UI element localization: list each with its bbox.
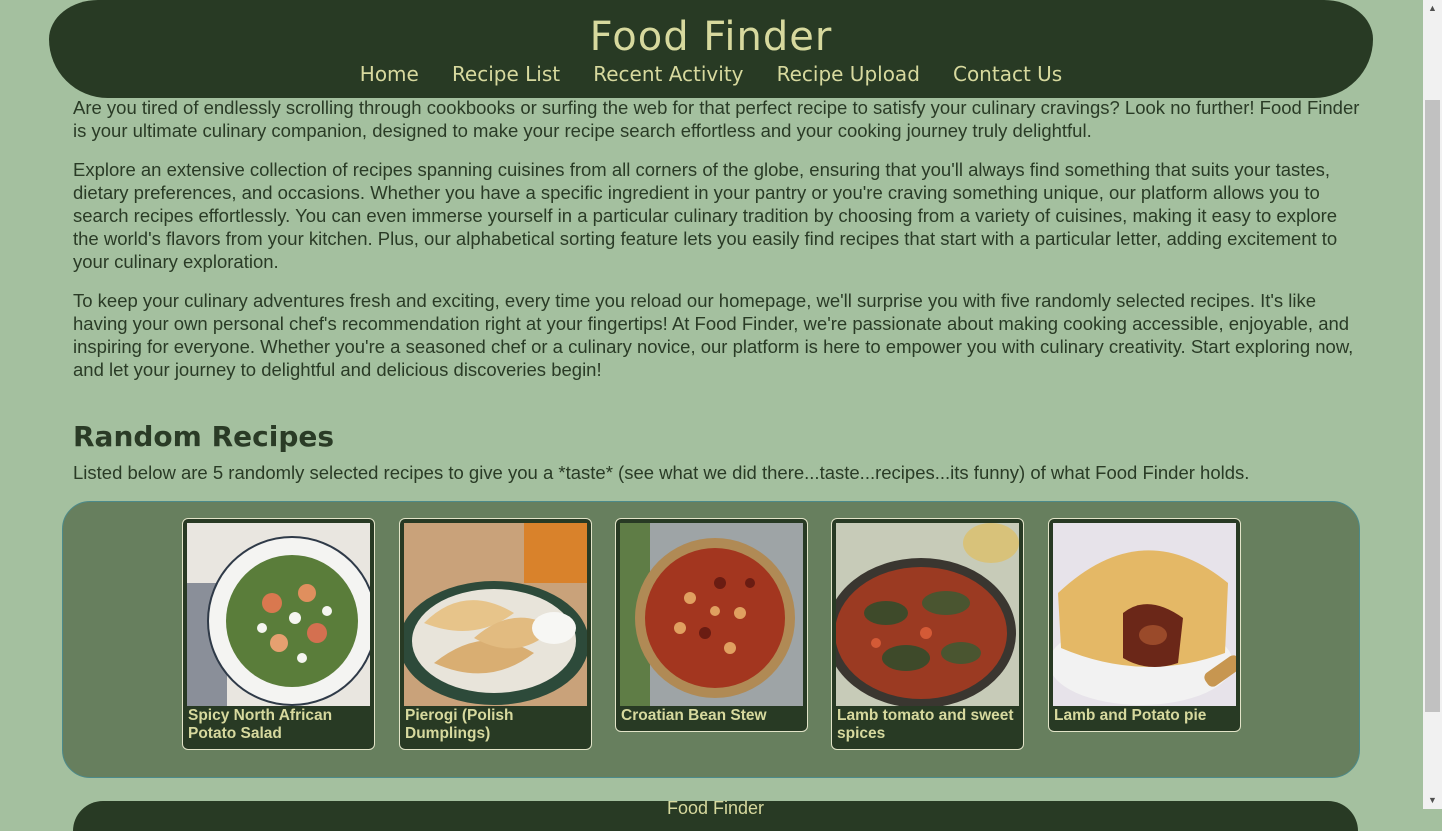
recipe-card[interactable]: Croatian Bean Stew xyxy=(615,518,808,732)
recipe-card-title: Lamb and Potato pie xyxy=(1054,707,1207,724)
recipe-card[interactable]: Lamb tomato and sweet spices xyxy=(831,518,1024,750)
recipe-card[interactable]: Spicy North African Potato Salad xyxy=(182,518,375,750)
scroll-down-arrow-icon[interactable]: ▼ xyxy=(1423,792,1442,809)
recipe-card[interactable]: Lamb and Potato pie xyxy=(1048,518,1241,732)
nav-recipe-upload[interactable]: Recipe Upload xyxy=(777,62,920,86)
recipe-card-title: Pierogi (Polish Dumplings) xyxy=(405,707,514,742)
site-title[interactable]: Food Finder xyxy=(49,14,1373,60)
potato-salad-image xyxy=(187,523,370,706)
recipe-card-title: Spicy North African Potato Salad xyxy=(188,707,333,742)
nav-recent-activity[interactable]: Recent Activity xyxy=(593,62,743,86)
intro-section: Are you tired of endlessly scrolling thr… xyxy=(73,96,1363,397)
nav-home[interactable]: Home xyxy=(360,62,419,86)
random-recipes-title: Random Recipes xyxy=(73,420,335,453)
recipe-card[interactable]: Pierogi (Polish Dumplings) xyxy=(399,518,592,750)
bean-stew-image xyxy=(620,523,803,706)
recipe-gallery: Spicy North African Potato Salad Pierogi… xyxy=(62,501,1360,778)
lamb-potato-pie-image xyxy=(1053,523,1236,706)
site-header: Food Finder Home Recipe List Recent Acti… xyxy=(49,0,1373,98)
scroll-thumb[interactable] xyxy=(1425,100,1440,712)
random-recipes-subtitle: Listed below are 5 randomly selected rec… xyxy=(73,462,1250,483)
pierogi-image xyxy=(404,523,587,706)
scroll-up-arrow-icon[interactable]: ▲ xyxy=(1423,0,1442,17)
lamb-tomato-image xyxy=(836,523,1019,706)
recipe-card-title: Lamb tomato and sweet spices xyxy=(837,707,1014,742)
intro-paragraph: To keep your culinary adventures fresh a… xyxy=(73,290,1354,380)
site-footer: Food Finder xyxy=(73,798,1358,831)
recipe-card-title: Croatian Bean Stew xyxy=(621,707,767,724)
main-nav: Home Recipe List Recent Activity Recipe … xyxy=(49,62,1373,86)
intro-paragraph: Are you tired of endlessly scrolling thr… xyxy=(73,97,1360,141)
nav-contact-us[interactable]: Contact Us xyxy=(953,62,1062,86)
page-scrollbar[interactable]: ▲ ▼ xyxy=(1423,0,1442,809)
nav-recipe-list[interactable]: Recipe List xyxy=(452,62,560,86)
intro-paragraph: Explore an extensive collection of recip… xyxy=(73,159,1338,272)
